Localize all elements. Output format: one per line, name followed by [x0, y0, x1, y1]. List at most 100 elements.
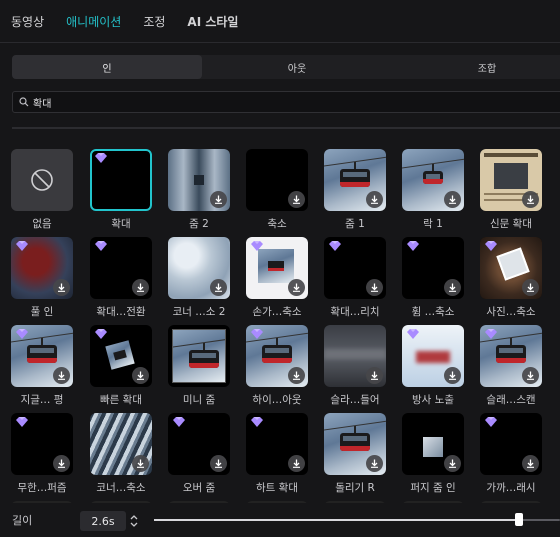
- effect-item[interactable]: 빠른 확대: [90, 325, 152, 407]
- effect-item[interactable]: 확대…전환: [90, 237, 152, 319]
- effect-item[interactable]: 슬래…스캔: [480, 325, 542, 407]
- effect-thumbnail: [246, 149, 308, 211]
- download-icon[interactable]: [444, 455, 461, 472]
- effect-item[interactable]: 미니 줌: [168, 325, 230, 407]
- download-icon[interactable]: [444, 367, 461, 384]
- premium-gem-icon: [95, 241, 107, 251]
- download-icon[interactable]: [132, 279, 149, 296]
- effect-item[interactable]: 신문 확대: [480, 149, 542, 231]
- none-icon: [31, 169, 53, 191]
- premium-gem-icon: [407, 329, 419, 339]
- effect-label: 줌 2: [189, 218, 209, 230]
- effect-label: 휨 …축소: [411, 306, 455, 318]
- effect-item[interactable]: 지글… 평: [11, 325, 73, 407]
- duration-input[interactable]: 2.6s: [80, 511, 126, 531]
- download-icon[interactable]: [288, 279, 305, 296]
- search-input[interactable]: [33, 96, 533, 108]
- effect-label: 방사 노출: [412, 394, 454, 406]
- effect-thumbnail: [11, 237, 73, 299]
- download-icon[interactable]: [288, 367, 305, 384]
- effect-item[interactable]: 없음: [11, 149, 73, 231]
- effect-item[interactable]: 하이…아웃: [246, 325, 308, 407]
- download-icon[interactable]: [366, 191, 383, 208]
- effect-thumbnail: [90, 149, 152, 211]
- effect-item[interactable]: 방사 노출: [402, 325, 464, 407]
- effect-item[interactable]: 코너 …소 2: [168, 237, 230, 319]
- download-icon[interactable]: [132, 367, 149, 384]
- effect-item[interactable]: 퍼지 줌 인: [402, 413, 464, 495]
- segment-out[interactable]: 아웃: [202, 55, 392, 79]
- download-icon[interactable]: [522, 279, 539, 296]
- effect-item[interactable]: 돌리기 R: [324, 413, 386, 495]
- section-divider: [12, 127, 560, 129]
- download-icon[interactable]: [288, 455, 305, 472]
- effect-label: 코너 …소 2: [172, 306, 226, 318]
- segment-in[interactable]: 인: [12, 55, 202, 79]
- download-icon[interactable]: [444, 279, 461, 296]
- download-icon[interactable]: [288, 191, 305, 208]
- premium-gem-icon: [251, 329, 263, 339]
- effect-thumbnail: [11, 149, 73, 211]
- effect-label: 축소: [267, 218, 287, 230]
- effect-thumbnail: [480, 237, 542, 299]
- effect-label: 확대…리치: [330, 306, 380, 318]
- download-icon[interactable]: [53, 455, 70, 472]
- effect-item[interactable]: 축소: [246, 149, 308, 231]
- download-icon[interactable]: [210, 191, 227, 208]
- premium-gem-icon: [16, 417, 28, 427]
- duration-slider[interactable]: [154, 513, 560, 526]
- effect-thumbnail: [324, 237, 386, 299]
- stepper-icon[interactable]: [128, 512, 140, 530]
- premium-gem-icon: [16, 329, 28, 339]
- effect-item[interactable]: 락 1: [402, 149, 464, 231]
- effect-item[interactable]: 무한…퍼즘: [11, 413, 73, 495]
- download-icon[interactable]: [522, 455, 539, 472]
- effect-label: 확대…전환: [96, 306, 146, 318]
- effect-thumbnail: [480, 325, 542, 387]
- effect-thumbnail: [402, 237, 464, 299]
- effect-item[interactable]: 코너…축소: [90, 413, 152, 495]
- segment-combo[interactable]: 조합: [392, 55, 560, 79]
- effect-item[interactable]: 휨 …축소: [402, 237, 464, 319]
- download-icon[interactable]: [53, 367, 70, 384]
- effect-thumbnail: [168, 149, 230, 211]
- effect-thumbnail: [246, 237, 308, 299]
- effect-item[interactable]: 슬라…들어: [324, 325, 386, 407]
- effect-item[interactable]: 사진…축소: [480, 237, 542, 319]
- animation-type-segmented: 인 아웃 조합: [12, 55, 560, 79]
- download-icon[interactable]: [366, 279, 383, 296]
- effect-label: 하이…아웃: [252, 394, 302, 406]
- effect-item[interactable]: 손가…축소: [246, 237, 308, 319]
- effect-item[interactable]: 하트 확대: [246, 413, 308, 495]
- effect-label: 코너…축소: [96, 482, 146, 494]
- effect-thumbnail: [90, 325, 152, 387]
- download-icon[interactable]: [210, 455, 227, 472]
- effect-item[interactable]: 풀 인: [11, 237, 73, 319]
- download-icon[interactable]: [366, 455, 383, 472]
- download-icon[interactable]: [366, 367, 383, 384]
- premium-gem-icon: [329, 241, 341, 251]
- effect-thumbnail: [246, 413, 308, 475]
- premium-gem-icon: [251, 417, 263, 427]
- effect-label: 하트 확대: [256, 482, 298, 494]
- tab-animation[interactable]: 애니메이션: [55, 13, 132, 30]
- effect-item[interactable]: 오버 줌: [168, 413, 230, 495]
- effect-item[interactable]: 가까…래시: [480, 413, 542, 495]
- download-icon[interactable]: [132, 455, 149, 472]
- download-icon[interactable]: [444, 191, 461, 208]
- effect-item[interactable]: 확대: [90, 149, 152, 231]
- download-icon[interactable]: [522, 367, 539, 384]
- download-icon[interactable]: [522, 191, 539, 208]
- tab-ai-style[interactable]: AI 스타일: [176, 13, 249, 30]
- effects-grid: 없음 확대 줌 2 축소 줌 1 락 1 신문 확대풀 인 확대…전환 코너 …소 2 손가…축소…: [11, 149, 560, 503]
- tab-adjust[interactable]: 조정: [132, 13, 176, 30]
- download-icon[interactable]: [53, 279, 70, 296]
- effect-item[interactable]: 줌 2: [168, 149, 230, 231]
- slider-thumb[interactable]: [515, 513, 524, 526]
- effect-thumbnail: [402, 149, 464, 211]
- effect-item[interactable]: 확대…리치: [324, 237, 386, 319]
- effect-label: 확대: [111, 218, 131, 230]
- tab-video[interactable]: 동영상: [0, 13, 55, 30]
- effect-item[interactable]: 줌 1: [324, 149, 386, 231]
- download-icon[interactable]: [210, 279, 227, 296]
